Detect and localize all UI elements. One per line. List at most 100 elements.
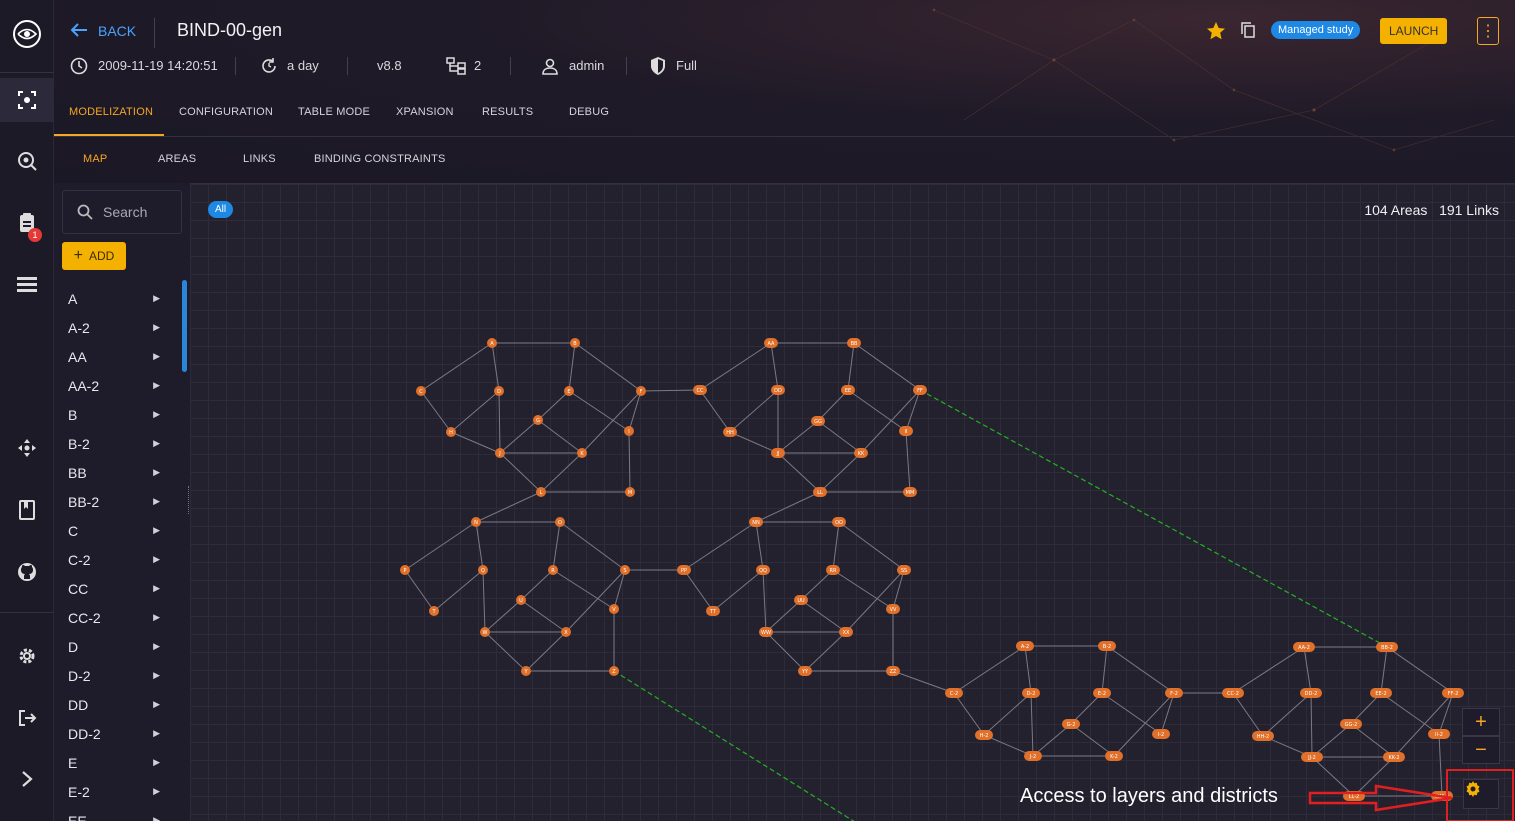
map-node[interactable]: UU — [794, 595, 808, 605]
map-node[interactable]: FF-2 — [1442, 688, 1464, 698]
map-link[interactable] — [559, 521, 626, 571]
binding-constraint-link[interactable] — [613, 670, 855, 821]
map-node[interactable]: BB — [847, 338, 861, 348]
map-node[interactable]: E-2 — [1093, 688, 1111, 698]
map-link[interactable] — [860, 389, 921, 454]
map-node[interactable]: CC — [693, 385, 707, 395]
map-link[interactable] — [1438, 692, 1454, 735]
map-link[interactable] — [1380, 692, 1440, 735]
map-node[interactable]: S — [620, 565, 630, 575]
map-node[interactable]: W — [480, 627, 490, 637]
area-list-item[interactable]: A ▶ — [54, 284, 180, 313]
map-node[interactable]: K — [577, 448, 587, 458]
map-link[interactable] — [499, 419, 539, 454]
map-node[interactable]: J — [495, 448, 505, 458]
map-node[interactable]: Q — [478, 565, 488, 575]
map-node[interactable]: AA-2 — [1293, 642, 1315, 652]
map-node[interactable]: H-2 — [975, 730, 993, 740]
map-node[interactable]: MM — [903, 487, 917, 497]
map-link[interactable] — [1232, 692, 1264, 737]
map-link[interactable] — [568, 390, 630, 432]
expand-nav-icon[interactable] — [0, 757, 54, 801]
map-node[interactable]: M — [625, 487, 635, 497]
logout-icon[interactable] — [0, 696, 54, 740]
area-list-item[interactable]: E ▶ — [54, 748, 180, 777]
map-link[interactable] — [819, 452, 862, 493]
map-node[interactable]: OO — [832, 517, 846, 527]
launch-button[interactable]: LAUNCH — [1380, 18, 1448, 44]
map-node[interactable]: Y — [521, 666, 531, 676]
map-link[interactable] — [482, 569, 486, 633]
map-link[interactable] — [1101, 692, 1162, 735]
map-node[interactable]: L — [536, 487, 546, 497]
map-node[interactable]: C — [416, 386, 426, 396]
map-link[interactable] — [475, 521, 484, 571]
tab-debug[interactable]: DEBUG — [569, 106, 609, 118]
map-link[interactable] — [729, 389, 779, 433]
map-link[interactable] — [525, 631, 567, 672]
map-link[interactable] — [838, 521, 905, 571]
area-list-item[interactable]: B-2 ▶ — [54, 429, 180, 458]
back-button[interactable]: BACK — [98, 23, 136, 39]
map-link[interactable] — [905, 430, 911, 493]
tasks-icon[interactable]: 1 — [0, 201, 54, 245]
map-node[interactable]: XX — [839, 627, 853, 637]
map-node[interactable]: R — [548, 565, 558, 575]
map-link[interactable] — [537, 419, 583, 454]
binding-constraint-link[interactable] — [919, 389, 1388, 648]
map-link[interactable] — [574, 342, 642, 392]
map-node[interactable]: DD-2 — [1300, 688, 1322, 698]
map-node[interactable]: HH — [723, 427, 737, 437]
map-link[interactable] — [777, 452, 821, 493]
star-icon[interactable] — [1206, 21, 1226, 46]
subtab-links[interactable]: LINKS — [243, 153, 276, 165]
map-link[interactable] — [1106, 645, 1175, 694]
map-link[interactable] — [404, 569, 435, 612]
map-link[interactable] — [420, 390, 452, 433]
map-node[interactable]: P — [400, 565, 410, 575]
map-link[interactable] — [491, 342, 500, 392]
map-link[interactable] — [475, 491, 542, 523]
map-link[interactable] — [1386, 646, 1454, 694]
more-options-icon[interactable]: ⋮ — [1477, 17, 1499, 45]
map-node[interactable]: T — [429, 606, 439, 616]
map-node[interactable]: ZZ — [886, 666, 900, 676]
area-list-item[interactable]: D ▶ — [54, 632, 180, 661]
map-link[interactable] — [762, 569, 767, 633]
app-logo-icon[interactable] — [0, 12, 54, 56]
map-node[interactable]: G — [533, 415, 543, 425]
area-list-item[interactable]: EE ▶ — [54, 806, 180, 821]
map-node[interactable]: B-2 — [1098, 641, 1116, 651]
map-node[interactable]: N — [471, 517, 481, 527]
map-link[interactable] — [1113, 692, 1175, 757]
map-link[interactable] — [755, 521, 764, 571]
map-link[interactable] — [804, 631, 847, 672]
map-link[interactable] — [953, 692, 985, 736]
map-link[interactable] — [433, 569, 484, 612]
map-node[interactable]: F — [636, 386, 646, 396]
map-link[interactable] — [847, 389, 907, 432]
area-list-item[interactable]: C-2 ▶ — [54, 545, 180, 574]
map-node[interactable]: TT — [706, 606, 720, 616]
map-node[interactable]: G-2 — [1062, 719, 1080, 729]
map-link[interactable] — [699, 342, 772, 391]
map-link[interactable] — [1310, 692, 1313, 758]
map-link[interactable] — [498, 390, 501, 454]
map-node[interactable]: D-2 — [1022, 688, 1040, 698]
map-link[interactable] — [892, 670, 955, 694]
map-link[interactable] — [1070, 723, 1115, 757]
map-node[interactable]: QQ — [756, 565, 770, 575]
map-link[interactable] — [765, 631, 806, 672]
explore-icon[interactable] — [0, 139, 54, 183]
map-link[interactable] — [1030, 692, 1034, 757]
map-link[interactable] — [800, 599, 847, 633]
map-link[interactable] — [699, 389, 731, 433]
area-list-item[interactable]: BB-2 ▶ — [54, 487, 180, 516]
map-link[interactable] — [1232, 646, 1305, 694]
map-node[interactable]: J-2 — [1024, 751, 1042, 761]
zoom-in-button[interactable]: + — [1462, 708, 1500, 736]
map-link[interactable] — [800, 569, 834, 601]
book-icon[interactable] — [0, 488, 54, 532]
map-link[interactable] — [484, 631, 527, 672]
map-link[interactable] — [1303, 646, 1312, 694]
